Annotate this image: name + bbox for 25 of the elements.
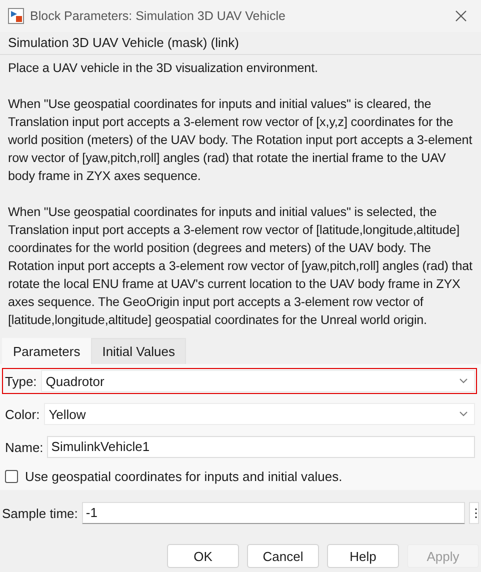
block-icon <box>8 8 24 24</box>
field-label: Name: <box>5 440 44 454</box>
chevron-down-icon <box>459 411 468 417</box>
dialog-button[interactable]: OK <box>167 544 239 568</box>
close-icon[interactable] <box>455 10 467 22</box>
description-text: When "Use geospatial coordinates for inputs and initial values" is cleared, the Translation input port accepts a 3-element row vector of [x,y,z] coordinates for the world position (meters) of the UAV body. The Rotation input port accepts a 3-element row vector of [yaw,pitch,roll] angles (rad) that rotate the inertial frame to the UAV body frame in ZYX axes sequence. <box>8 96 473 185</box>
dropdown[interactable]: Yellow <box>44 403 475 425</box>
input-field[interactable]: SimulinkVehicle1 <box>47 436 475 458</box>
field-label: Type: <box>5 374 37 388</box>
block-title: Simulation 3D UAV Vehicle (mask) (link) <box>0 32 481 55</box>
tab[interactable]: Initial Values <box>91 338 186 364</box>
chevron-down-icon <box>459 378 468 384</box>
more-button[interactable]: ⋮ <box>469 502 479 524</box>
dropdown[interactable]: Quadrotor <box>40 370 475 392</box>
window-title: Block Parameters: Simulation 3D UAV Vehicle <box>30 9 286 23</box>
input-field[interactable]: -1 <box>82 502 465 524</box>
field-label: Sample time: <box>2 506 78 520</box>
description-text: Place a UAV vehicle in the 3D visualization environment. <box>8 60 319 77</box>
dialog-button[interactable]: Help <box>327 544 399 568</box>
checkbox-label: Use geospatial coordinates for inputs and initial values. <box>25 469 342 484</box>
field-label: Color: <box>5 406 40 422</box>
tab[interactable]: Parameters <box>2 338 92 364</box>
dialog-button[interactable]: Cancel <box>247 544 319 568</box>
checkbox[interactable] <box>5 470 18 483</box>
description-text: When "Use geospatial coordinates for inputs and initial values" is selected, the Translation input port accepts a 3-element row vector of [latitude,longitude,altitude] coordinates for the world position (degrees and meters) of the UAV body. The Rotation input port accepts a 3-element row vector of [yaw,pitch,roll] angles (rad) that rotate the local ENU frame at UAV's current location to the UAV body frame in ZYX axes sequence. The GeoOrigin input port accepts a 3-element row vector of [latitude,longitude,altitude] geospatial coordinates for the Unreal world origin. <box>8 204 473 329</box>
